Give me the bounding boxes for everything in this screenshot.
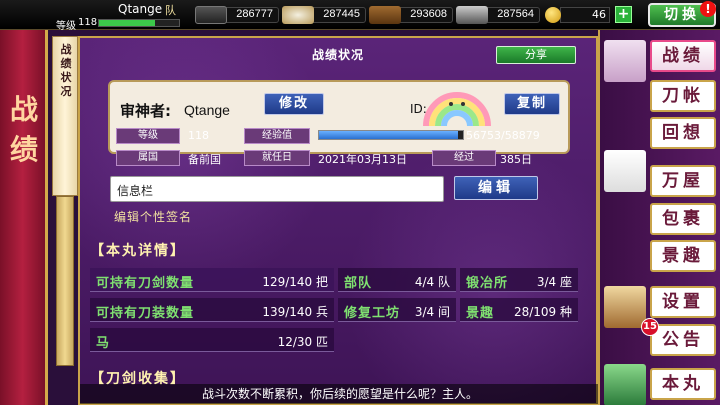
section-title-honmaru: 【本丸详情】: [90, 243, 186, 259]
exp-tag: 经验值: [244, 128, 310, 144]
owner-label: 审神者:: [120, 102, 171, 120]
menu-keishu[interactable]: 景趣: [650, 240, 716, 272]
add-coins-button[interactable]: +: [615, 6, 632, 23]
info-input[interactable]: 信息栏: [110, 176, 444, 202]
stats-grid: 等级 118 经验值 56753/58879 属国 备前国 就任日 2021年0…: [108, 126, 570, 172]
edit-name-button[interactable]: 修改: [264, 93, 324, 115]
left-banner-title: 战绩: [9, 93, 38, 166]
rice-icon: [282, 6, 314, 24]
wood-icon: [369, 6, 401, 24]
stat-elapsed: 385日: [500, 153, 532, 166]
alert-icon[interactable]: !: [700, 1, 716, 17]
table-row: 修复工坊 3/4 间: [338, 298, 456, 322]
scroll-label-text: 战绩状况: [60, 43, 72, 98]
table-row: 马 12/30 匹: [90, 328, 334, 352]
start-tag: 就任日: [244, 150, 310, 166]
team-tag: 队: [165, 4, 176, 17]
menu-senseki[interactable]: 战绩: [650, 40, 716, 72]
left-banner: 战绩: [0, 30, 48, 405]
bottom-message: 战斗次数不断累积，你后续的愿望是什么呢？主人。: [80, 384, 600, 404]
edit-info-button[interactable]: 编辑: [454, 176, 538, 200]
charcoal-icon: [195, 6, 227, 24]
table-row: 可持有刀剑数量 129/140 把: [90, 268, 334, 292]
menu-settei[interactable]: 设置: [650, 286, 716, 318]
settings-box-icon: [604, 286, 646, 328]
top-bar: Qtange 队 等级 118 286777 287445 293608 287…: [0, 0, 720, 32]
table-row: 可持有刀装数量 139/140 兵: [90, 298, 334, 322]
scroll-label: 战绩状况: [52, 36, 78, 196]
level-label: 等级: [56, 21, 76, 32]
stat-level: 118: [188, 129, 209, 142]
level-value: 118: [78, 17, 98, 28]
coin-icon: [545, 7, 561, 23]
resource-wood: 293608: [369, 6, 453, 24]
stat-exp: 56753/58879: [466, 129, 540, 142]
menu-manya[interactable]: 万屋: [650, 165, 716, 197]
signature-hint: 编辑个性签名: [114, 210, 193, 224]
menu-katana[interactable]: 刀帐: [650, 80, 716, 112]
share-button[interactable]: 分享: [496, 46, 576, 64]
table-row: 锻冶所 3/4 座: [460, 268, 578, 292]
menu-notice[interactable]: 公告: [650, 324, 716, 356]
steel-icon: [456, 6, 488, 24]
notice-badge: 15: [641, 318, 659, 336]
stat-start: 2021年03月13日: [318, 153, 407, 166]
resource-charcoal: 286777: [195, 6, 279, 24]
level-progress-bar: [98, 19, 180, 27]
table-row: 景趣 28/109 种: [460, 298, 578, 322]
exp-progress-bar: [318, 130, 464, 140]
scroll-rod: [56, 196, 74, 366]
coin-value: 46: [592, 8, 606, 21]
country-tag: 属国: [116, 150, 180, 166]
menu-honmaru[interactable]: 本丸: [650, 368, 716, 400]
castle-icon: [604, 364, 646, 405]
menu-kaiso[interactable]: 回想: [650, 117, 716, 149]
rainbow-sticker-icon: [423, 92, 491, 126]
record-book-icon: [604, 40, 646, 82]
shop-curtain-icon: [604, 150, 646, 192]
resource-rice: 287445: [282, 6, 366, 24]
table-row: 部队 4/4 队: [338, 268, 456, 292]
stat-country: 备前国: [188, 153, 221, 166]
panel-header: 战绩状况 分享: [80, 38, 596, 68]
record-panel: 战绩状况 分享 审神者: Qtange 修改 ID: 复制 等级 118 经验值…: [78, 36, 598, 405]
player-name: Qtange: [118, 2, 163, 16]
elapsed-tag: 经过: [432, 150, 496, 166]
owner-name: Qtange: [184, 102, 230, 118]
level-tag: 等级: [116, 128, 180, 144]
menu-tsutsumi[interactable]: 包裹: [650, 203, 716, 235]
copy-id-button[interactable]: 复制: [504, 93, 560, 115]
resource-steel: 287564: [456, 6, 540, 24]
